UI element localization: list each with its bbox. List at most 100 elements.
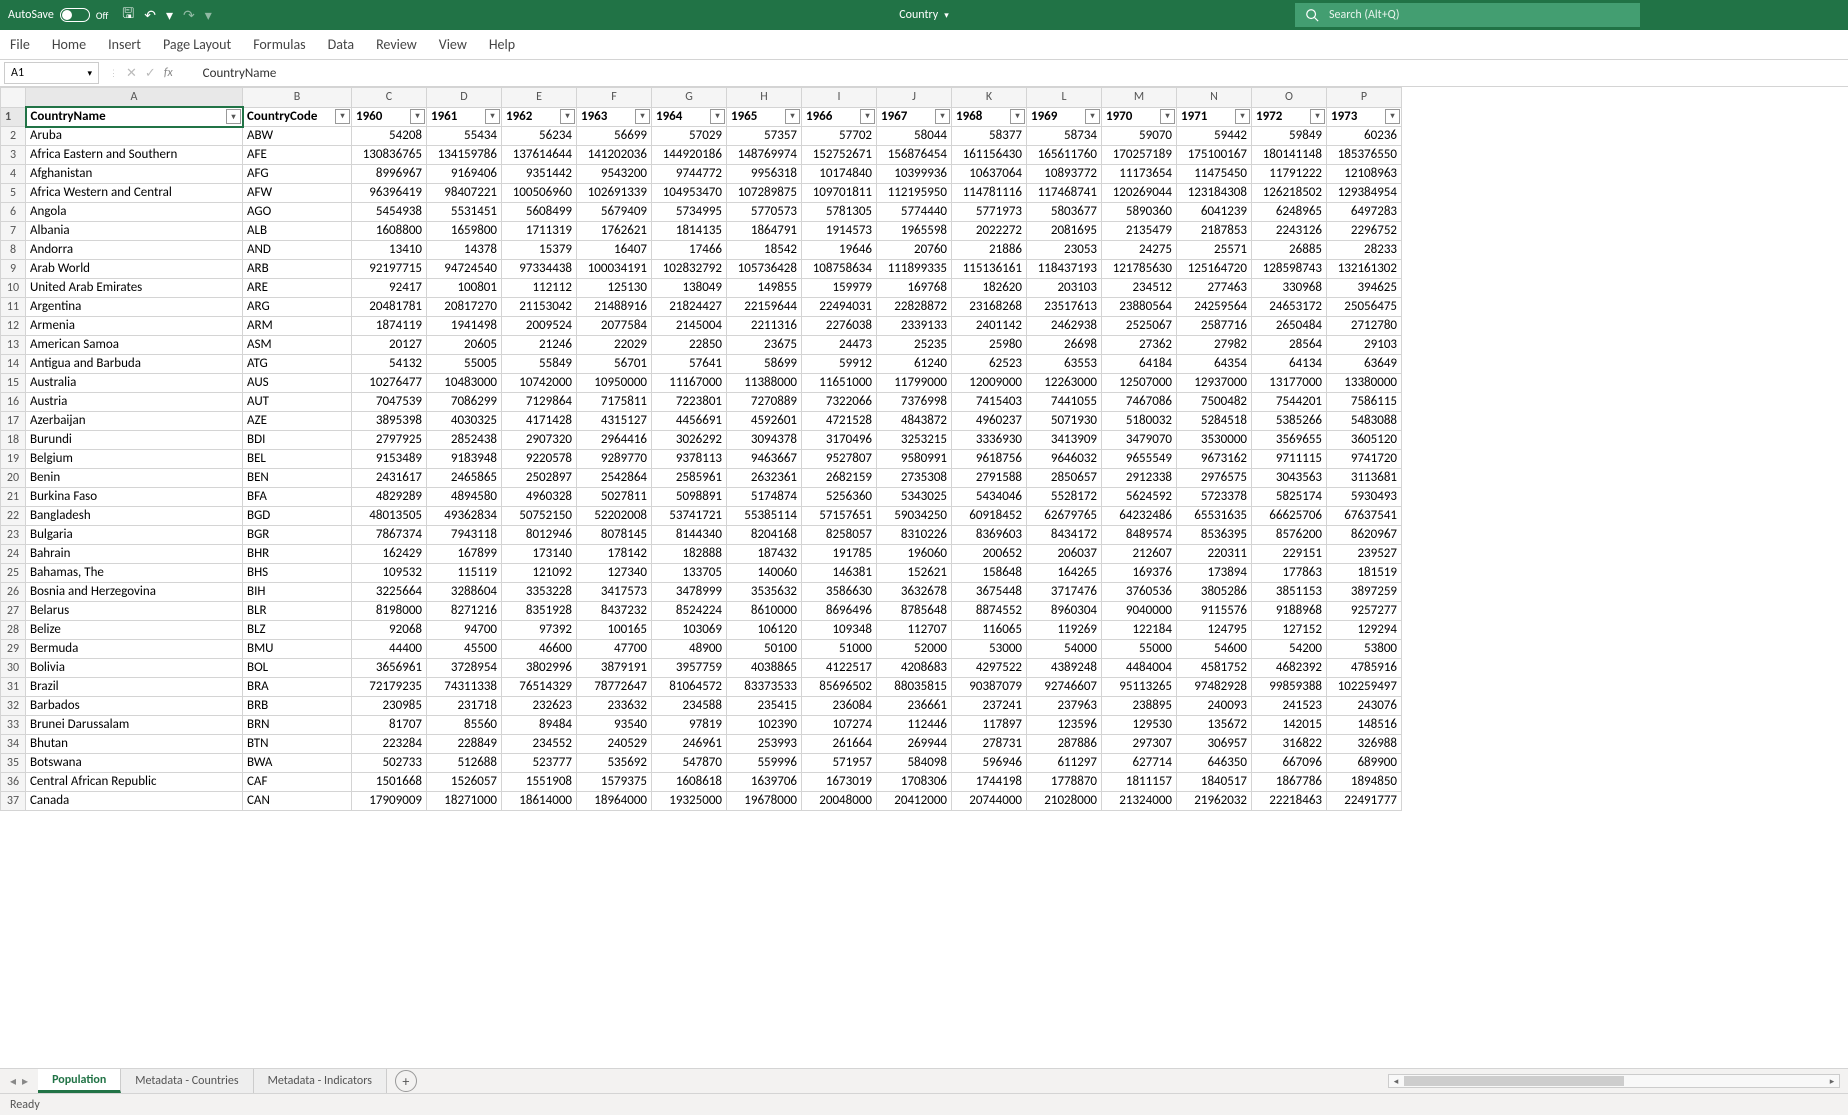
row-header[interactable]: 25 [1, 564, 26, 583]
cell[interactable]: 8620967 [1327, 526, 1402, 545]
cell[interactable]: 10399936 [877, 165, 952, 184]
cell[interactable]: 132161302 [1327, 260, 1402, 279]
cell[interactable]: 27362 [1102, 336, 1177, 355]
cell[interactable]: 12937000 [1177, 374, 1252, 393]
cell[interactable]: 137614644 [502, 146, 577, 165]
cell[interactable]: 523777 [502, 754, 577, 773]
cell[interactable]: 58699 [727, 355, 802, 374]
cell[interactable]: 4682392 [1252, 659, 1327, 678]
header-cell[interactable]: 1969▾ [1027, 107, 1102, 127]
cell[interactable]: 5770573 [727, 203, 802, 222]
cell[interactable]: AFW [243, 184, 352, 203]
cell[interactable]: 22494031 [802, 298, 877, 317]
header-cell[interactable]: 1970▾ [1102, 107, 1177, 127]
row-header[interactable]: 18 [1, 431, 26, 450]
cell[interactable]: 234588 [652, 697, 727, 716]
cell[interactable]: 106120 [727, 621, 802, 640]
cell[interactable]: 18964000 [577, 792, 652, 811]
cell[interactable]: 26885 [1252, 241, 1327, 260]
cell[interactable]: 238895 [1102, 697, 1177, 716]
cell[interactable]: 502733 [352, 754, 427, 773]
cell[interactable]: 50100 [727, 640, 802, 659]
cell[interactable]: 97334438 [502, 260, 577, 279]
row-header[interactable]: 13 [1, 336, 26, 355]
hscroll-right-icon[interactable]: ▸ [1825, 1076, 1839, 1087]
name-box[interactable]: A1 ▾ [4, 62, 99, 84]
cell[interactable]: 240529 [577, 735, 652, 754]
row-header[interactable]: 28 [1, 621, 26, 640]
cell[interactable]: 200652 [952, 545, 1027, 564]
cell[interactable]: Belarus [26, 602, 243, 621]
cell[interactable]: 2502897 [502, 469, 577, 488]
cell[interactable]: 230985 [352, 697, 427, 716]
cell[interactable]: 21886 [952, 241, 1027, 260]
cell[interactable]: 11167000 [652, 374, 727, 393]
cell[interactable]: 316822 [1252, 735, 1327, 754]
cell[interactable]: 3805286 [1177, 583, 1252, 602]
cell[interactable]: 2587716 [1177, 317, 1252, 336]
cell[interactable]: 57357 [727, 127, 802, 146]
cell[interactable]: 6497283 [1327, 203, 1402, 222]
cell[interactable]: 3717476 [1027, 583, 1102, 602]
cell[interactable]: 117897 [952, 716, 1027, 735]
cell[interactable]: 2339133 [877, 317, 952, 336]
cell[interactable]: 178142 [577, 545, 652, 564]
cell[interactable]: 3288604 [427, 583, 502, 602]
cell[interactable]: 96396419 [352, 184, 427, 203]
filter-dropdown-icon[interactable]: ▾ [410, 109, 425, 124]
cell[interactable]: 2912338 [1102, 469, 1177, 488]
row-header[interactable]: 19 [1, 450, 26, 469]
cell[interactable]: 128598743 [1252, 260, 1327, 279]
header-cell[interactable]: 1968▾ [952, 107, 1027, 127]
row-header[interactable]: 10 [1, 279, 26, 298]
cell[interactable]: 3479070 [1102, 431, 1177, 450]
cell[interactable]: Africa Western and Central [26, 184, 243, 203]
cell[interactable]: 112446 [877, 716, 952, 735]
cell[interactable]: 100506960 [502, 184, 577, 203]
cell[interactable]: 125164720 [1177, 260, 1252, 279]
cell[interactable]: 92197715 [352, 260, 427, 279]
cell[interactable]: 1744198 [952, 773, 1027, 792]
cell[interactable]: 3253215 [877, 431, 952, 450]
cell[interactable]: BGD [243, 507, 352, 526]
cell[interactable]: 9744772 [652, 165, 727, 184]
cell[interactable]: 11791222 [1252, 165, 1327, 184]
cell[interactable]: 5771973 [952, 203, 1027, 222]
row-header[interactable]: 30 [1, 659, 26, 678]
cell[interactable]: Africa Eastern and Southern [26, 146, 243, 165]
cell[interactable]: 7415403 [952, 393, 1027, 412]
filter-dropdown-icon[interactable]: ▾ [1160, 109, 1175, 124]
cell[interactable]: 8012946 [502, 526, 577, 545]
col-header-M[interactable]: M [1102, 88, 1177, 108]
cell[interactable]: 667096 [1252, 754, 1327, 773]
cell[interactable]: 129530 [1102, 716, 1177, 735]
cell[interactable]: 2276038 [802, 317, 877, 336]
cell[interactable]: 9378113 [652, 450, 727, 469]
row-header[interactable]: 16 [1, 393, 26, 412]
cell[interactable]: 9115576 [1177, 602, 1252, 621]
header-cell[interactable]: 1973▾ [1327, 107, 1402, 127]
cell[interactable]: 15379 [502, 241, 577, 260]
cell[interactable]: 206037 [1027, 545, 1102, 564]
row-header[interactable]: 22 [1, 507, 26, 526]
cell[interactable]: 4894580 [427, 488, 502, 507]
cell[interactable]: 57641 [652, 355, 727, 374]
cell[interactable]: Bermuda [26, 640, 243, 659]
cell[interactable]: 67637541 [1327, 507, 1402, 526]
col-header-F[interactable]: F [577, 88, 652, 108]
cell[interactable]: 173140 [502, 545, 577, 564]
sheet-tab-metadata-indicators[interactable]: Metadata - Indicators [254, 1069, 387, 1093]
add-sheet-button[interactable]: + [395, 1070, 417, 1092]
cell[interactable]: 1867786 [1252, 773, 1327, 792]
cell[interactable]: 13410 [352, 241, 427, 260]
cell[interactable]: 229151 [1252, 545, 1327, 564]
cell[interactable]: 4484004 [1102, 659, 1177, 678]
cell[interactable]: 148516 [1327, 716, 1402, 735]
cell[interactable]: 1608800 [352, 222, 427, 241]
cell[interactable]: 9956318 [727, 165, 802, 184]
cell[interactable]: 54000 [1027, 640, 1102, 659]
cell[interactable]: 5483088 [1327, 412, 1402, 431]
cell[interactable]: 17909009 [352, 792, 427, 811]
cell[interactable]: 112112 [502, 279, 577, 298]
cell[interactable]: 162429 [352, 545, 427, 564]
